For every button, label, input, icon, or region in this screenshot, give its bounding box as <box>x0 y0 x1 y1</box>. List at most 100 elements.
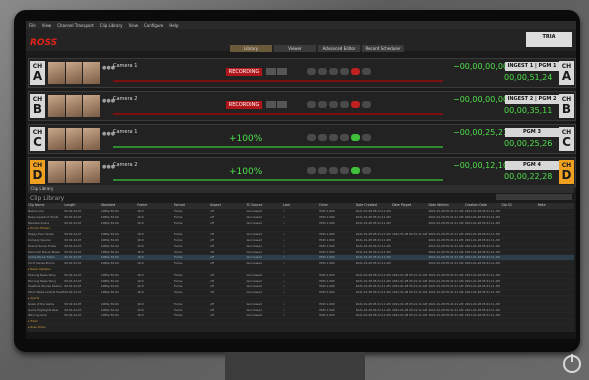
progress-bar[interactable] <box>113 146 443 148</box>
record-button[interactable] <box>351 134 360 141</box>
cell: 2021-01-28 05:21:11 AM <box>464 278 500 283</box>
thumbnail[interactable] <box>83 62 101 84</box>
cell: 2021-01-28 05:21:11 AM <box>464 255 500 260</box>
step-back-button[interactable] <box>318 101 327 108</box>
cell: ✓ <box>282 284 286 289</box>
thumbnail[interactable] <box>65 95 83 117</box>
recording-indicator[interactable]: RECORDING <box>226 68 262 76</box>
cell: 2021-01-28 05:21:11 AM <box>392 290 427 295</box>
thumbnail[interactable] <box>65 161 83 183</box>
mark-out-button[interactable] <box>277 68 287 75</box>
cell: Frame <box>173 249 183 254</box>
menu-item-1[interactable]: View <box>39 21 55 28</box>
cell <box>538 302 574 307</box>
thumbnail[interactable] <box>65 62 83 84</box>
menu-item-6[interactable]: Help <box>166 21 181 28</box>
mark-out-button[interactable] <box>277 101 287 108</box>
thumbnail[interactable] <box>48 95 65 117</box>
step-fwd-button[interactable] <box>340 167 349 174</box>
cell: off <box>210 284 214 289</box>
menu-item-5[interactable]: Configure <box>141 21 166 28</box>
cell: zero based <box>246 301 262 306</box>
output-label: PGM 3 <box>505 128 559 137</box>
step-fwd-button[interactable] <box>340 68 349 75</box>
step-fwd-button[interactable] <box>340 134 349 141</box>
tab-record-scheduler[interactable]: Record Scheduler <box>362 45 404 52</box>
step-back-button[interactable] <box>318 167 327 174</box>
thumbnail[interactable] <box>48 62 65 84</box>
fast-fwd-button[interactable] <box>362 134 371 141</box>
rewind-button[interactable] <box>307 134 316 141</box>
cell: 1080p 59.94 <box>100 232 119 237</box>
thumbnail[interactable] <box>48 128 65 150</box>
stop-button[interactable] <box>329 134 338 141</box>
record-button[interactable] <box>351 101 360 108</box>
cell: Frame <box>173 313 183 318</box>
channel-letter: A <box>32 69 43 83</box>
power-icon[interactable] <box>563 354 581 373</box>
progress-bar[interactable] <box>113 80 443 82</box>
cell: 16:9 <box>137 261 144 266</box>
tab-viewer[interactable]: Viewer <box>274 45 316 52</box>
thumbnail[interactable] <box>83 128 101 150</box>
tria-label: TRIA <box>542 34 556 40</box>
rewind-button[interactable] <box>307 68 316 75</box>
thumbnail[interactable] <box>65 128 83 150</box>
cell: 00:01:22,07 <box>64 209 82 213</box>
record-button[interactable] <box>351 68 360 75</box>
step-fwd-button[interactable] <box>340 101 349 108</box>
menu-item-0[interactable]: File <box>26 21 39 28</box>
progress-bar[interactable] <box>113 113 443 115</box>
cell: 16:9 <box>137 209 144 213</box>
mark-in-button[interactable] <box>266 68 276 75</box>
cell: 2021-01-28 05:21:11 AM <box>355 220 391 225</box>
cell: zero based <box>246 237 262 242</box>
stop-button[interactable] <box>329 101 338 108</box>
cell: HDD 1.000 <box>319 278 335 283</box>
thumbnail[interactable] <box>48 161 65 183</box>
fast-fwd-button[interactable] <box>362 68 371 75</box>
tab-library[interactable]: Library <box>230 45 272 52</box>
thumbnail[interactable] <box>83 161 101 183</box>
cell <box>501 290 537 295</box>
recording-indicator[interactable]: RECORDING <box>226 101 262 109</box>
rewind-button[interactable] <box>307 101 316 108</box>
cell: 16:9 <box>137 249 144 254</box>
library-title: Clip Library <box>30 195 65 202</box>
fast-fwd-button[interactable] <box>362 167 371 174</box>
cell: 1080p 59.94 <box>100 272 119 277</box>
cell: zero based <box>246 284 262 289</box>
clip-thumbnails <box>48 62 101 84</box>
cell: HDD 1.000 <box>319 214 335 219</box>
record-button[interactable] <box>351 167 360 174</box>
menu-item-3[interactable]: Clip Library <box>97 21 126 28</box>
thumbnail[interactable] <box>83 95 101 117</box>
menu-item-2[interactable]: Channel Transport <box>54 21 96 28</box>
cell: HDD 1.000 <box>319 243 335 248</box>
cell: 2021-01-28 05:21:11 AM <box>392 278 427 283</box>
transport-controls <box>307 167 371 174</box>
cell: 2021-01-28 05:21:11 AM <box>464 313 500 318</box>
cell: off <box>210 214 214 219</box>
tab-advanced-editor[interactable]: Advanced Editor <box>318 45 360 52</box>
stop-button[interactable] <box>329 167 338 174</box>
transport-controls <box>307 134 371 141</box>
library-search-input[interactable] <box>496 194 572 200</box>
cell: 16:9 <box>137 278 144 283</box>
cell: 2021-01-28 05:21:11 AM <box>428 243 464 248</box>
cell: off <box>210 220 214 225</box>
step-back-button[interactable] <box>318 134 327 141</box>
progress-bar[interactable] <box>113 179 443 181</box>
cell: zero based <box>246 290 262 295</box>
menu-item-4[interactable]: View <box>125 21 141 28</box>
cell: 2021-01-28 05:21:11 AM <box>428 313 464 318</box>
cell: HDD 1.000 <box>319 301 335 306</box>
step-back-button[interactable] <box>318 68 327 75</box>
stop-button[interactable] <box>329 68 338 75</box>
rewind-button[interactable] <box>307 167 316 174</box>
mark-in-button[interactable] <box>266 101 276 108</box>
fast-fwd-button[interactable] <box>362 101 371 108</box>
cell: 2021-01-28 05:21:11 AM <box>464 272 500 277</box>
cell <box>501 244 537 249</box>
timecode-elapsed: 00,00,35,11 <box>504 106 553 115</box>
